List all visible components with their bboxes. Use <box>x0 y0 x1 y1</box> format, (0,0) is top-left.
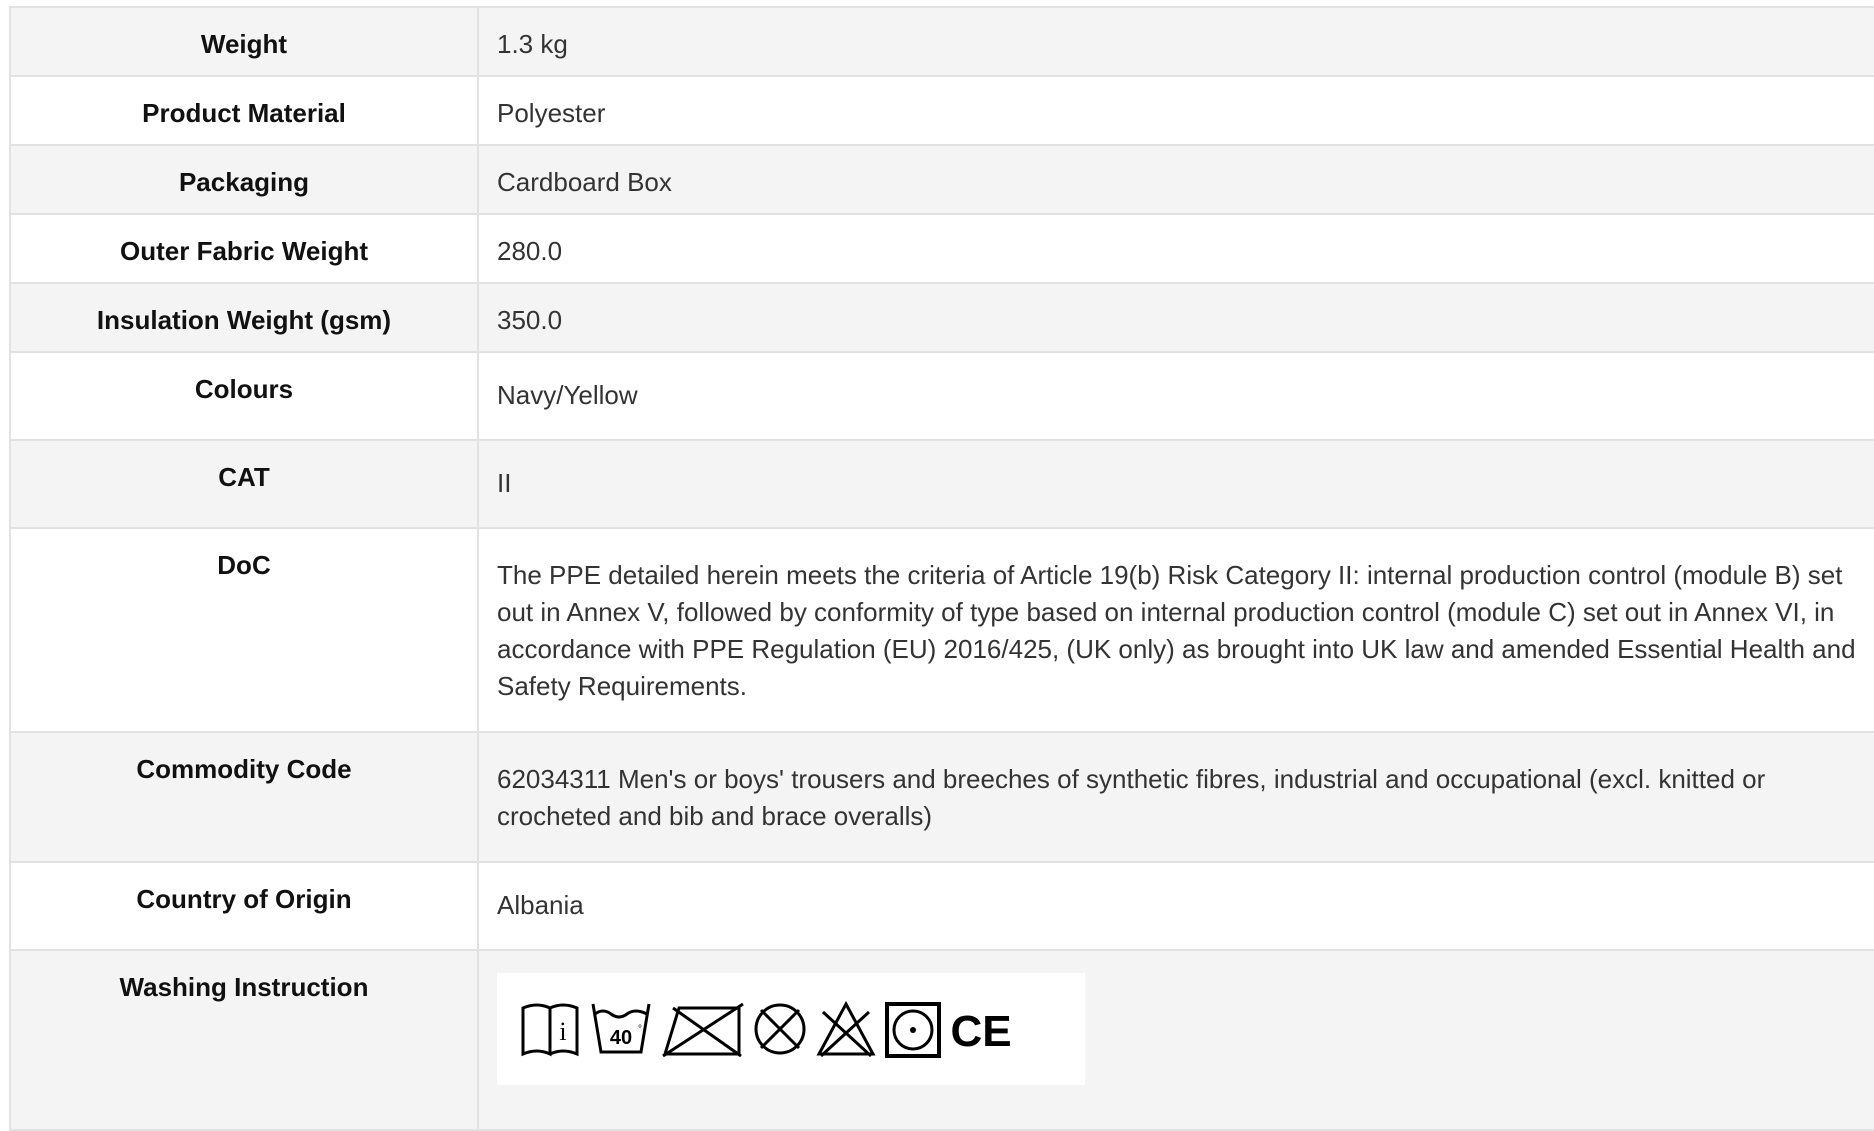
spec-label: Country of Origin <box>9 861 479 951</box>
spec-row-insulation-weight: Insulation Weight (gsm) 350.0 <box>9 282 1874 353</box>
do-not-dry-clean-icon <box>754 1003 806 1055</box>
spec-label: Washing Instruction <box>9 949 479 1131</box>
spec-row-product-material: Product Material Polyester <box>9 75 1874 146</box>
spec-row-doc: DoC The PPE detailed herein meets the cr… <box>9 527 1874 733</box>
ce-mark-icon: CE <box>950 1007 1011 1056</box>
spec-value: The PPE detailed herein meets the criter… <box>477 527 1874 733</box>
spec-label: Colours <box>9 351 479 441</box>
spec-value: II <box>477 439 1874 529</box>
svg-text:°: ° <box>638 1024 642 1035</box>
spec-label: Insulation Weight (gsm) <box>9 282 479 353</box>
svg-text:40: 40 <box>610 1027 632 1049</box>
spec-label: Outer Fabric Weight <box>9 213 479 284</box>
spec-value: 280.0 <box>477 213 1874 284</box>
spec-label: Commodity Code <box>9 731 479 863</box>
spec-label: DoC <box>9 527 479 733</box>
do-not-bleach-icon <box>816 1000 876 1058</box>
read-instructions-icon: i <box>521 1003 579 1057</box>
svg-text:i: i <box>559 1017 566 1046</box>
spec-row-washing-instruction: Washing Instruction i 40 ° CE <box>9 949 1874 1131</box>
spec-row-weight: Weight 1.3 kg <box>9 6 1874 77</box>
spec-value: Polyester <box>477 75 1874 146</box>
spec-row-packaging: Packaging Cardboard Box <box>9 144 1874 215</box>
spec-row-country-of-origin: Country of Origin Albania <box>9 861 1874 951</box>
product-spec-table: Weight 1.3 kg Product Material Polyester… <box>9 6 1874 1131</box>
washing-symbols-image: i 40 ° CE <box>497 973 1085 1085</box>
spec-row-commodity-code: Commodity Code 62034311 Men's or boys' t… <box>9 731 1874 863</box>
spec-value: Cardboard Box <box>477 144 1874 215</box>
spec-value: 350.0 <box>477 282 1874 353</box>
spec-label: Product Material <box>9 75 479 146</box>
spec-row-cat: CAT II <box>9 439 1874 529</box>
spec-row-outer-fabric-weight: Outer Fabric Weight 280.0 <box>9 213 1874 284</box>
washing-instruction-cell: i 40 ° CE <box>477 949 1874 1131</box>
do-not-iron-icon <box>662 1002 744 1058</box>
spec-value: 1.3 kg <box>477 6 1874 77</box>
spec-value: 62034311 Men's or boys' trousers and bre… <box>477 731 1874 863</box>
spec-label: Weight <box>9 6 479 77</box>
spec-label: Packaging <box>9 144 479 215</box>
svg-text:CE: CE <box>950 1007 1011 1056</box>
spec-row-colours: Colours Navy/Yellow <box>9 351 1874 441</box>
spec-value: Albania <box>477 861 1874 951</box>
tumble-dry-icon <box>885 1002 941 1058</box>
wash-40-icon: 40 ° <box>591 1003 651 1054</box>
spec-label: CAT <box>9 439 479 529</box>
spec-value: Navy/Yellow <box>477 351 1874 441</box>
